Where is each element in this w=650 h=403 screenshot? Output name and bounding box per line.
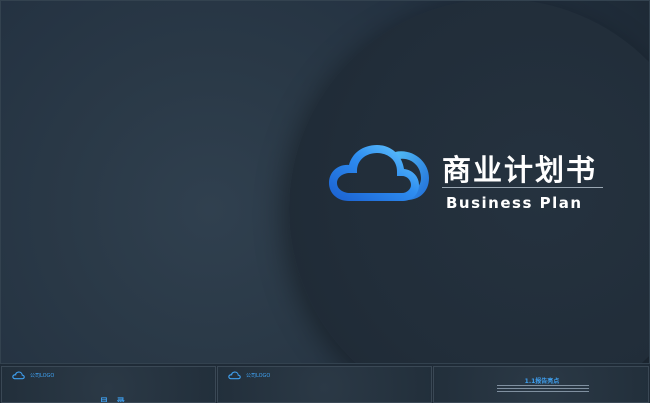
presentation-screen: 商业计划书 Business Plan 公司LOGO 目 录 公司LOGO 1.… [0, 0, 650, 403]
title-divider [442, 187, 603, 188]
text-line [497, 385, 589, 386]
toc-title: 目 录 [100, 397, 128, 403]
slide-thumbnail-strip: 公司LOGO 目 录 公司LOGO 1.1报告亮点 [0, 364, 650, 403]
thumbnail-logo: 公司LOGO [12, 371, 54, 380]
thumbnail-logo-label: 公司LOGO [30, 373, 55, 379]
section-heading: 1.1报告亮点 [524, 378, 560, 385]
slide-title-english: Business Plan [446, 194, 583, 212]
slide-thumbnail[interactable]: 1.1报告亮点 [433, 366, 649, 403]
body-text-placeholder [497, 385, 589, 394]
thumbnail-logo: 公司LOGO [228, 371, 270, 380]
text-line [497, 391, 589, 392]
slide-thumbnail[interactable]: 公司LOGO [217, 366, 432, 403]
cloud-icon [12, 371, 25, 380]
text-line [497, 388, 589, 389]
slide-title-chinese: 商业计划书 [442, 153, 598, 187]
cloud-icon [228, 371, 241, 380]
thumbnail-logo-label: 公司LOGO [246, 373, 271, 379]
slide-thumbnail[interactable]: 公司LOGO 目 录 [1, 366, 216, 403]
title-slide[interactable]: 商业计划书 Business Plan [0, 0, 650, 364]
cloud-icon [329, 145, 429, 201]
